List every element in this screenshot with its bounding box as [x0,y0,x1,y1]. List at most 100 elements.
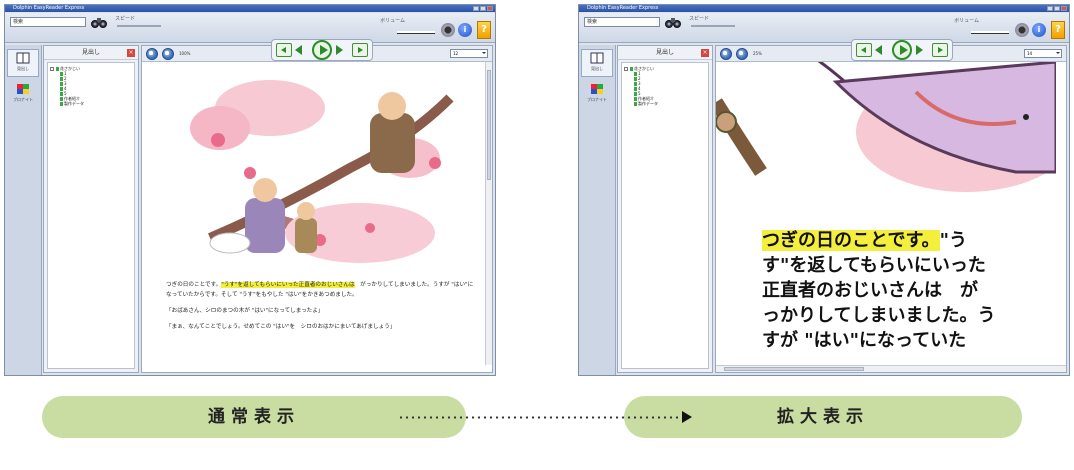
page-icon [634,86,637,91]
tab-bookmark-label: ブロナイト [13,97,33,102]
tab-headings-label: 見出し [591,66,603,71]
minimize-button[interactable] [473,6,479,11]
play-button[interactable] [312,40,332,60]
panel-close-icon[interactable]: × [127,49,135,57]
document-view: 25% 14 つぎの日のことです。"う す"を返してもらいにいった 正直者のおじ… [715,45,1067,373]
last-page-button[interactable] [352,43,368,57]
speed-slider[interactable] [691,25,735,27]
collapse-icon[interactable] [624,66,628,71]
page-icon [634,71,637,76]
outline-panel: 見出し × 花さかじい 1 2 3 4 5 作者紹介 製作データ [617,45,713,373]
fast-forward-button[interactable] [334,43,350,57]
volume-slider[interactable] [971,31,1009,34]
line-text: "う [939,230,968,251]
maximize-button[interactable] [480,6,486,11]
page-icon [60,101,63,106]
fast-forward-button[interactable] [914,43,930,57]
paragraph-text: つぎの日のことです。 [166,282,222,288]
info-icon[interactable]: i [1032,23,1046,37]
side-tab-strip: 見出し ブロナイト [5,45,42,375]
tab-headings-label: 見出し [17,66,29,71]
scroll-thumb[interactable] [487,70,491,180]
line-text: すが "はい"になっていた [762,330,967,351]
collapse-icon[interactable] [50,66,54,71]
book-icon [590,52,604,64]
zoom-in-icon[interactable] [720,48,732,60]
line-text: 正直者のおじいさんは が [762,280,978,301]
tree-item[interactable]: 製作データ [50,101,132,106]
tab-bookmark[interactable]: ブロナイト [7,81,39,109]
page-icon [60,96,63,101]
story-text: つぎの日のことです。"うす"を返してもらいにいった正直者のおじいさんは がっかり… [166,280,476,338]
panel-close-icon[interactable]: × [701,49,709,57]
page-icon [60,91,63,96]
search-input[interactable]: 検索 [10,17,86,27]
dotted-connector [398,416,678,419]
speed-label: スピード [689,16,710,22]
binoculars-icon[interactable] [665,15,681,29]
rewind-button[interactable] [294,43,310,57]
volume-label: ボリューム [954,18,979,24]
page-icon [634,81,637,86]
tab-headings[interactable]: 見出し [581,49,613,77]
text-line: 正直者のおじいさんは が [762,278,1062,303]
minimize-button[interactable] [1047,6,1053,11]
help-button[interactable]: ? [1051,21,1065,39]
scroll-thumb[interactable] [724,367,864,371]
page-select[interactable]: 12 [450,49,488,58]
story-illustration [190,80,454,263]
line-text: す"を返してもらいにいった [762,255,986,276]
zoom-in-icon[interactable] [146,48,158,60]
side-tab-strip: 見出し ブロナイト [579,45,616,375]
text-line: す"を返してもらいにいった [762,253,1062,278]
title-bar: Dolphin EasyReader Express [5,5,495,12]
playback-controls [851,39,953,61]
help-button[interactable]: ? [477,21,491,39]
story-paragraph: 「まぁ、なんてことでしょう。せめてこの "はい"を シロのおはかにまいてあげまし… [166,322,476,332]
maximize-button[interactable] [1054,6,1060,11]
book-icon [16,52,30,64]
page-icon [634,96,637,101]
page-select[interactable]: 14 [1024,49,1062,58]
page-icon [60,71,63,76]
zoom-level: 25% [753,51,762,56]
toolbar: 検索 スピード ボリューム i ? [5,13,495,43]
speed-slider[interactable] [117,25,161,27]
panel-title: 見出し [81,49,100,56]
play-button[interactable] [892,40,912,60]
binoculars-icon[interactable] [91,15,107,29]
close-button[interactable] [1061,6,1067,11]
color-grid-icon [591,84,603,94]
page-icon [634,76,637,81]
comparison-figure: Dolphin EasyReader Express 検索 スピード ボリューム… [0,0,1074,470]
first-page-button[interactable] [856,43,872,57]
tab-headings[interactable]: 見出し [7,49,39,77]
panel-header: 見出し × [44,46,138,60]
info-icon[interactable]: i [458,23,472,37]
vertical-scrollbar[interactable] [485,62,492,365]
panel-title: 見出し [655,49,674,56]
highlighted-text: "うす"を返してもらいにいった正直者のおじいさんは [221,282,355,288]
outline-tree: 花さかじい 1 2 3 4 5 作者紹介 製作データ [47,62,135,369]
rewind-button[interactable] [874,43,890,57]
record-icon[interactable] [441,23,455,37]
tree-root-label: 花さかじい [634,66,654,71]
zoom-out-icon[interactable] [736,48,748,60]
last-page-button[interactable] [932,43,948,57]
page-icon [60,86,63,91]
tree-root-label: 花さかじい [60,66,80,71]
search-input[interactable]: 検索 [584,17,660,27]
playback-controls [271,39,373,61]
zoom-out-icon[interactable] [162,48,174,60]
story-paragraph: つぎの日のことです。"うす"を返してもらいにいった正直者のおじいさんは がっかり… [166,280,476,300]
outline-tree: 花さかじい 1 2 3 4 5 作者紹介 製作データ [621,62,709,369]
first-page-button[interactable] [276,43,292,57]
story-text-zoomed: つぎの日のことです。"う す"を返してもらいにいった 正直者のおじいさんは が … [762,228,1062,353]
page-icon [634,101,637,106]
tree-item[interactable]: 製作データ [624,101,706,106]
tab-bookmark[interactable]: ブロナイト [581,81,613,109]
close-button[interactable] [487,6,493,11]
volume-slider[interactable] [397,31,435,34]
horizontal-scrollbar[interactable] [716,365,1066,372]
record-icon[interactable] [1015,23,1029,37]
